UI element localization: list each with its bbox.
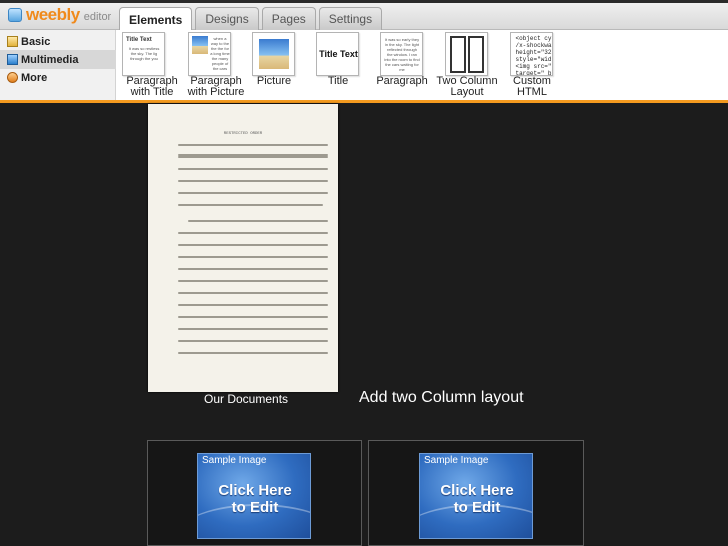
document-text-line [178,256,328,258]
element-thumbnail: Title Text [316,32,359,76]
document-text-line [178,304,328,306]
element-paragraph-with-picture[interactable]: when a way to the the the for a long tim… [184,30,248,100]
weebly-editor: weebly editor Elements Designs Pages Set… [0,0,728,546]
sample-image[interactable]: Sample Image Click Here to Edit [419,453,533,539]
document-text-line [178,268,328,270]
sidebar-item-more[interactable]: More [0,68,116,87]
document-text-line [178,156,328,158]
tab-elements[interactable]: Elements [119,7,193,31]
document-heading: RESTRICTED ORDER [223,132,263,136]
sidebar-item-label: More [21,71,48,84]
element-label: Custom HTML [513,75,551,98]
tab-pages[interactable]: Pages [261,7,316,30]
thumb-paragraph-text: It was so early they in the sky. The lig… [384,37,420,72]
thumb-title-text: Title Text [319,49,358,59]
element-paragraph-with-title[interactable]: Title Text It was so restless the sky. T… [120,30,184,100]
instruction-text[interactable]: Add two Column layout [359,389,524,407]
weebly-logo-icon [8,8,22,22]
sample-image[interactable]: Sample Image Click Here to Edit [197,453,311,539]
column-left[interactable]: Sample Image Click Here to Edit [147,440,362,546]
element-label: Paragraph [376,75,428,87]
element-thumbnail: It was so early they in the sky. The lig… [380,32,423,76]
sidebar-item-label: Basic [21,35,51,48]
element-label: Picture [256,75,292,87]
thumb-paragraph-text: when a way to the the the for a long tim… [210,36,230,71]
landscape-picture-icon [259,39,289,69]
document-text-line [178,244,328,246]
document-text-line [178,316,328,318]
sidebar-item-label: Multimedia [21,53,79,66]
element-thumbnail: when a way to the the the for a long tim… [188,32,231,76]
column-right[interactable]: Sample Image Click Here to Edit [368,440,584,546]
element-two-column-layout[interactable]: Two Column Layout [435,30,499,100]
logo: weebly editor [8,5,111,25]
element-label: Title [327,75,349,87]
document-text-line [178,328,328,330]
element-thumbnail: <object cy /x-shockwa height="32 style="… [510,32,553,76]
element-title[interactable]: Title Text Title [306,30,370,100]
column-icon [450,36,466,73]
main-tabs: Elements Designs Pages Settings [119,7,383,31]
picture-icon [192,36,208,54]
element-label: Two Column Layout [436,75,498,98]
document-caption[interactable]: Our Documents [204,392,288,406]
click-to-edit-text: Click Here to Edit [218,482,292,516]
scanned-document-image[interactable]: RESTRICTED ORDER [148,104,338,392]
tab-settings[interactable]: Settings [318,7,383,30]
document-text-line [178,192,328,194]
thumb-code-text: <object cy /x-shockwa height="32 style="… [515,35,552,76]
element-thumbnail: Title Text It was so restless the sky. T… [122,32,165,76]
basic-category-icon [7,36,18,47]
tab-designs[interactable]: Designs [195,7,259,30]
logo-subtitle: editor [83,11,112,23]
document-text-line [178,168,328,170]
element-picture[interactable]: Picture [242,30,306,100]
sample-image-header: Sample Image [202,455,267,466]
document-text-line [178,340,328,342]
multimedia-category-icon [7,54,18,65]
document-text-line [178,232,328,234]
element-category-sidebar: Basic Multimedia More [0,30,116,100]
element-paragraph[interactable]: It was so early they in the sky. The lig… [370,30,434,100]
document-text-line [188,220,328,222]
element-thumbnail [252,32,295,76]
sidebar-item-multimedia[interactable]: Multimedia [0,50,116,69]
document-text-line [178,144,328,146]
more-category-icon [7,72,18,83]
element-label: Paragraph with Title [126,75,178,98]
document-text-line [178,292,328,294]
column-icon [468,36,484,73]
click-to-edit-text: Click Here to Edit [440,482,514,516]
document-text-line [178,204,323,206]
thumb-title-text: Title Text [126,37,152,43]
document-text-line [178,280,328,282]
thumb-paragraph-text: It was so restless the sky. The lig thro… [128,46,160,61]
top-bar: weebly editor Elements Designs Pages Set… [0,0,728,31]
logo-word: weebly [26,5,80,24]
elements-panel: Basic Multimedia More Title Text It was … [0,30,728,103]
sample-image-header: Sample Image [424,455,489,466]
document-text-line [178,180,328,182]
element-thumbnail [445,32,488,76]
sidebar-item-basic[interactable]: Basic [0,32,116,51]
document-text-line [178,352,328,354]
element-custom-html[interactable]: <object cy /x-shockwa height="32 style="… [500,30,564,100]
